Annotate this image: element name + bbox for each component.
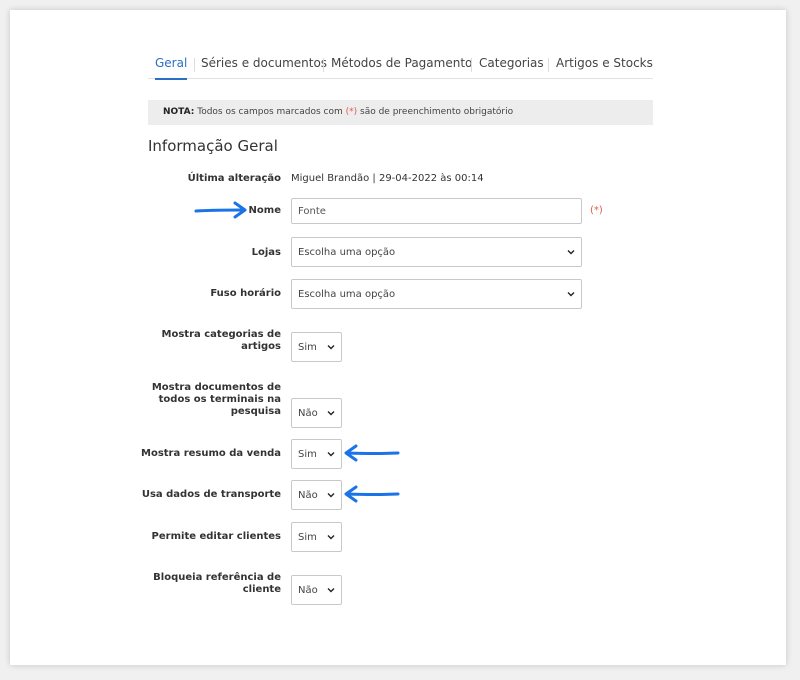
section-title: Informação Geral [148,137,278,155]
tab-divider [194,58,195,72]
last-change-label: Última alteração [187,173,281,184]
stores-select-value: Escolha uma opção [298,246,396,258]
tab-metodos-pagamento[interactable]: Métodos de Pagamento [331,56,472,78]
name-input-value: Fonte [298,205,326,217]
tab-divider [548,58,549,72]
chevron-down-icon [567,250,575,255]
show-categories-value: Sim [298,341,317,353]
tab-geral[interactable]: Geral [155,56,188,80]
show-summary-select[interactable]: Sim [291,439,342,469]
stores-label: Lojas [251,247,281,258]
required-fields-note: NOTA: Todos os campos marcados com (*) s… [148,100,653,125]
tab-categorias[interactable]: Categorias [479,56,544,78]
transport-label: Usa dados de transporte [141,489,281,500]
show-all-docs-select[interactable]: Não [291,398,342,428]
show-summary-value: Sim [298,448,317,460]
stores-select[interactable]: Escolha uma opção [291,237,582,267]
lock-client-ref-select[interactable]: Não [291,575,342,605]
timezone-label: Fuso horário [210,288,281,299]
chevron-down-icon [327,452,335,457]
show-categories-label: Mostra categorias de artigos [161,329,281,352]
edit-clients-value: Sim [298,531,317,543]
note-required-marker: (*) [345,107,358,117]
show-categories-select[interactable]: Sim [291,332,342,362]
lock-client-ref-value: Não [298,584,318,596]
show-summary-label: Mostra resumo da venda [141,448,281,459]
tab-divider [471,58,472,72]
chevron-down-icon [327,535,335,540]
annotation-arrow-left-icon [344,485,400,503]
last-change-value: Miguel Brandão | 29-04-2022 às 00:14 [291,173,484,184]
tab-series-documentos[interactable]: Séries e documentos [201,56,327,78]
note-text-before: Todos os campos marcados com [194,107,346,117]
chevron-down-icon [327,345,335,350]
note-text-after: são de preenchimento obrigatório [357,107,514,117]
show-all-docs-label: Mostra documentos de todos os terminais … [151,382,281,417]
edit-clients-label: Permite editar clientes [151,531,281,542]
chevron-down-icon [327,493,335,498]
name-input[interactable]: Fonte [291,198,582,224]
note-prefix: NOTA: [163,107,195,117]
transport-select[interactable]: Não [291,480,342,510]
transport-value: Não [298,489,318,501]
chevron-down-icon [327,588,335,593]
tab-artigos-stocks[interactable]: Artigos e Stocks [556,56,653,78]
chevron-down-icon [567,292,575,297]
timezone-select[interactable]: Escolha uma opção [291,279,582,309]
edit-clients-select[interactable]: Sim [291,522,342,552]
timezone-select-value: Escolha uma opção [298,288,396,300]
tab-bar: Geral Séries e documentos Métodos de Pag… [148,48,653,80]
show-all-docs-value: Não [298,407,318,419]
name-required-marker: (*) [590,205,603,216]
tab-divider [323,58,324,72]
annotation-arrow-left-icon [344,444,400,462]
lock-client-ref-label: Bloqueia referência de cliente [153,572,281,595]
chevron-down-icon [327,411,335,416]
annotation-arrow-right-icon [194,201,247,219]
